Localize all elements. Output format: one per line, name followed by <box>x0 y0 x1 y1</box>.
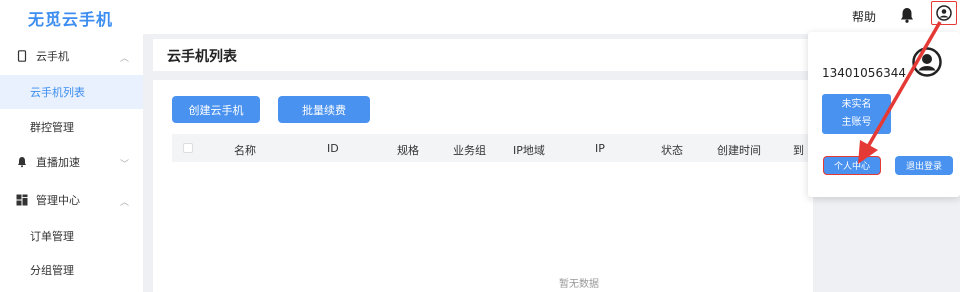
sidebar-item-groups[interactable]: 分组管理 <box>0 253 143 287</box>
chevron-up-icon: ︿ <box>119 54 129 64</box>
verify-status-text: 未实名 <box>841 99 872 110</box>
batch-renew-button[interactable]: 批量续费 <box>278 96 370 123</box>
chevron-up-icon: ︿ <box>119 198 129 208</box>
column-header-spec[interactable]: 规格 <box>397 142 419 158</box>
main-content: 创建云手机 批量续费 名称 ID 规格 业务组 IP地域 IP 状态 创建时间 … <box>153 80 813 292</box>
column-header-ip-region[interactable]: IP地域 <box>513 142 545 158</box>
column-header-ip[interactable]: IP <box>595 142 605 155</box>
select-all-checkbox[interactable] <box>183 143 193 153</box>
sidebar-item-management[interactable]: 管理中心 ︿ <box>0 182 143 218</box>
column-header-status[interactable]: 状态 <box>661 142 683 158</box>
account-type-text: 主账号 <box>841 117 872 128</box>
sidebar: 云手机 ︿ 云手机列表 群控管理 直播加速 ﹀ 管理中心 ︿ 订单管理 分组管理 <box>0 34 143 292</box>
create-cloud-phone-button[interactable]: 创建云手机 <box>172 96 260 123</box>
profile-center-button[interactable]: 个人中心 <box>823 156 881 175</box>
top-bar: 无觅云手机 帮助 <box>0 0 960 34</box>
sidebar-item-cloud-phone[interactable]: 云手机 ︿ <box>0 38 143 74</box>
sidebar-item-live-accel[interactable]: 直播加速 ﹀ <box>0 144 143 180</box>
grid-icon <box>16 194 28 206</box>
user-icon <box>936 5 952 21</box>
sidebar-item-cloud-phone-list[interactable]: 云手机列表 <box>0 75 143 109</box>
account-phone: 13401056344 <box>822 66 906 80</box>
brand-logo-text[interactable]: 无觅云手机 <box>28 6 113 30</box>
page-title: 云手机列表 <box>167 49 237 65</box>
column-header-expiry[interactable]: 到 <box>793 142 804 158</box>
sidebar-item-label: 直播加速 <box>36 156 80 169</box>
bell-icon[interactable] <box>898 6 916 24</box>
bell-icon <box>16 156 28 168</box>
sidebar-item-group-control[interactable]: 群控管理 <box>0 110 143 144</box>
real-name-verify-button[interactable]: 未实名 主账号 <box>822 94 891 134</box>
help-link[interactable]: 帮助 <box>852 8 876 25</box>
sidebar-item-label: 云手机 <box>36 50 69 63</box>
phone-icon <box>16 50 28 62</box>
column-header-created-time[interactable]: 创建时间 <box>717 142 761 158</box>
empty-state-text: 暂无数据 <box>559 279 599 290</box>
page-header: 云手机列表 <box>153 39 813 71</box>
logout-button[interactable]: 退出登录 <box>895 156 953 175</box>
column-header-id[interactable]: ID <box>327 142 339 155</box>
column-header-business-group[interactable]: 业务组 <box>453 142 486 158</box>
sidebar-item-label: 管理中心 <box>36 194 80 207</box>
user-icon <box>912 47 942 77</box>
user-avatar-button[interactable] <box>931 1 957 25</box>
chevron-down-icon: ﹀ <box>119 160 129 170</box>
table-header: 名称 ID 规格 业务组 IP地域 IP 状态 创建时间 到 <box>172 134 813 162</box>
sidebar-item-orders[interactable]: 订单管理 <box>0 219 143 253</box>
column-header-name[interactable]: 名称 <box>234 142 256 158</box>
account-popover: 13401056344 未实名 主账号 个人中心 退出登录 <box>808 32 960 197</box>
